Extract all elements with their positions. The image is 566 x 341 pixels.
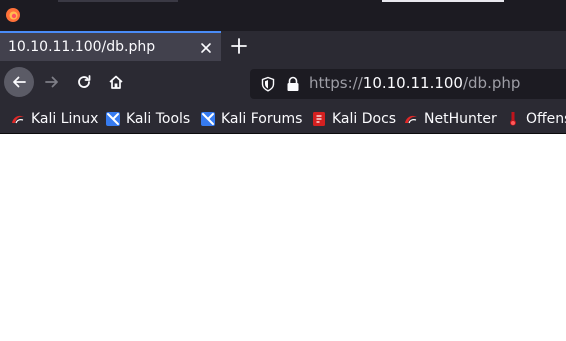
url-scheme: https:// xyxy=(309,74,363,92)
forward-arrow-icon xyxy=(45,76,58,88)
home-icon xyxy=(109,75,123,89)
browser-chrome: 10.10.11.100/db.php https://10.10.11.100… xyxy=(0,0,566,134)
kali-docs-icon xyxy=(313,112,325,126)
lock-icon[interactable] xyxy=(286,76,300,92)
bookmark-label: Kali Forums xyxy=(221,111,303,127)
bookmarks-toolbar: Kali Linux Kali Tools Kali Forums Kali D… xyxy=(0,104,566,134)
bookmark-label: NetHunter xyxy=(424,111,497,127)
url-text[interactable]: https://10.10.11.100/db.php xyxy=(309,74,520,92)
window-strip xyxy=(382,0,504,2)
bookmark-kali-forums[interactable]: Kali Forums xyxy=(200,104,302,134)
home-button[interactable] xyxy=(101,67,131,97)
url-host: 10.10.11.100 xyxy=(362,74,463,92)
bookmark-label: Offens xyxy=(526,111,566,127)
new-tab-icon[interactable] xyxy=(231,38,247,54)
bookmark-label: Kali Docs xyxy=(332,111,397,127)
kali-forums-icon xyxy=(201,112,215,126)
bookmark-nethunter[interactable]: NetHunter xyxy=(403,104,497,134)
bookmark-label: Kali Linux xyxy=(31,111,99,127)
bookmark-kali-docs[interactable]: Kali Docs xyxy=(311,104,396,134)
address-bar[interactable]: https://10.10.11.100/db.php xyxy=(250,69,566,99)
tab-active[interactable]: 10.10.11.100/db.php xyxy=(0,31,221,61)
kali-tools-icon xyxy=(106,112,120,126)
bookmark-label: Kali Tools xyxy=(126,111,191,127)
title-bar xyxy=(0,0,566,31)
reload-icon xyxy=(78,75,91,88)
back-button[interactable] xyxy=(4,67,34,97)
page-content xyxy=(0,134,566,341)
bookmark-kali-tools[interactable]: Kali Tools xyxy=(105,104,190,134)
nethunter-icon xyxy=(405,115,417,124)
tab-title: 10.10.11.100/db.php xyxy=(8,39,156,55)
reload-button[interactable] xyxy=(69,67,99,97)
bookmark-kali-linux[interactable]: Kali Linux xyxy=(10,104,98,134)
url-path: /db.php xyxy=(462,74,521,92)
offsec-icon xyxy=(510,112,516,126)
forward-button[interactable] xyxy=(37,67,67,97)
close-icon[interactable] xyxy=(198,40,214,56)
kali-dragon-icon xyxy=(12,115,24,124)
window-strip xyxy=(58,0,178,2)
back-arrow-icon xyxy=(13,76,26,88)
bookmark-offsec[interactable]: Offens xyxy=(505,104,566,134)
firefox-icon xyxy=(6,8,20,22)
tracking-protection-shield-icon[interactable] xyxy=(260,76,276,92)
